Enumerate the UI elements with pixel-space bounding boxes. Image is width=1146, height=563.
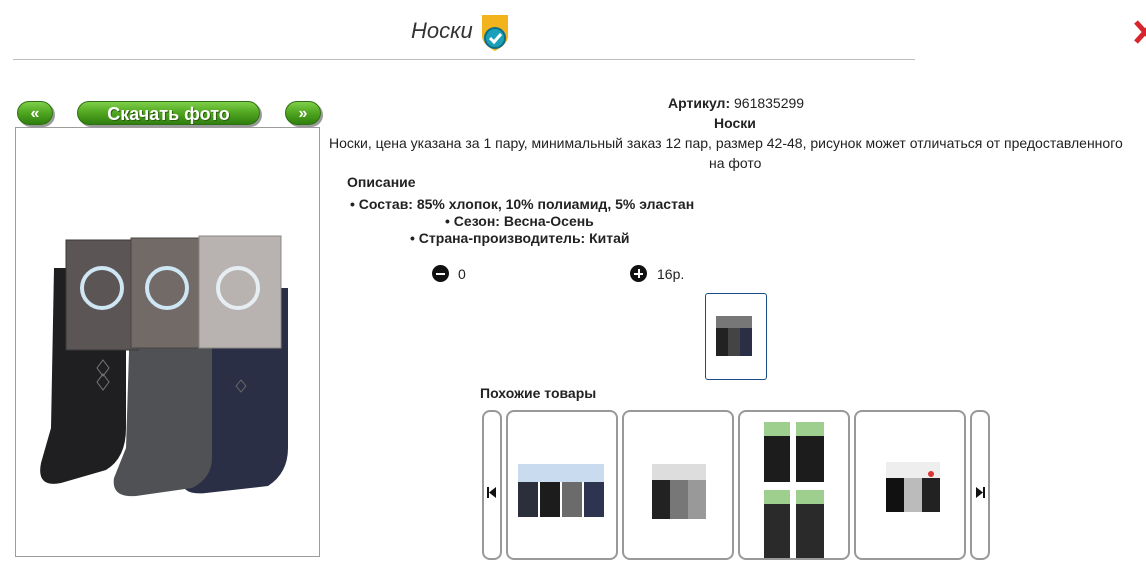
page-title: Носки xyxy=(411,18,473,43)
similar-product-card[interactable] xyxy=(506,410,618,560)
product-description: Носки, цена указана за 1 пару, минимальн… xyxy=(329,135,1123,151)
similar-product-card[interactable] xyxy=(622,410,734,560)
similar-product-card[interactable] xyxy=(738,410,850,560)
carousel-prev-button[interactable] xyxy=(482,410,502,560)
quantity-value: 0 xyxy=(458,266,466,282)
photo-thumbnail[interactable] xyxy=(705,293,767,380)
similar-products-title: Похожие товары xyxy=(480,385,597,401)
decrease-quantity-button[interactable] xyxy=(432,265,449,282)
skip-back-icon xyxy=(487,487,496,498)
spec-item: • Состав: 85% хлопок, 10% полиамид, 5% э… xyxy=(350,196,695,212)
increase-quantity-button[interactable] xyxy=(630,265,647,282)
article-line: Артикул: 961835299 xyxy=(668,95,804,111)
product-name: Носки xyxy=(714,115,756,131)
main-product-photo[interactable] xyxy=(15,127,320,557)
skip-forward-icon xyxy=(976,487,985,498)
close-icon[interactable] xyxy=(1134,18,1146,46)
similar-product-card[interactable] xyxy=(854,410,966,560)
download-photo-button[interactable]: Скачать фото xyxy=(77,101,260,125)
page-header: Носки xyxy=(0,0,915,60)
socks-image xyxy=(40,235,288,497)
price-value: 16р. xyxy=(657,266,685,282)
article-label: Артикул: xyxy=(668,95,731,111)
verified-badge-icon xyxy=(482,15,508,51)
spec-item: • Страна-производитель: Китай xyxy=(410,230,630,246)
product-description-cont: на фото xyxy=(709,155,762,171)
description-heading: Описание xyxy=(347,174,416,190)
prev-photo-button[interactable]: « xyxy=(17,101,53,125)
header-divider xyxy=(13,59,915,60)
spec-item: • Сезон: Весна-Осень xyxy=(445,213,594,229)
carousel-next-button[interactable] xyxy=(970,410,990,560)
next-photo-button[interactable]: » xyxy=(285,101,321,125)
article-value: 961835299 xyxy=(734,95,805,111)
